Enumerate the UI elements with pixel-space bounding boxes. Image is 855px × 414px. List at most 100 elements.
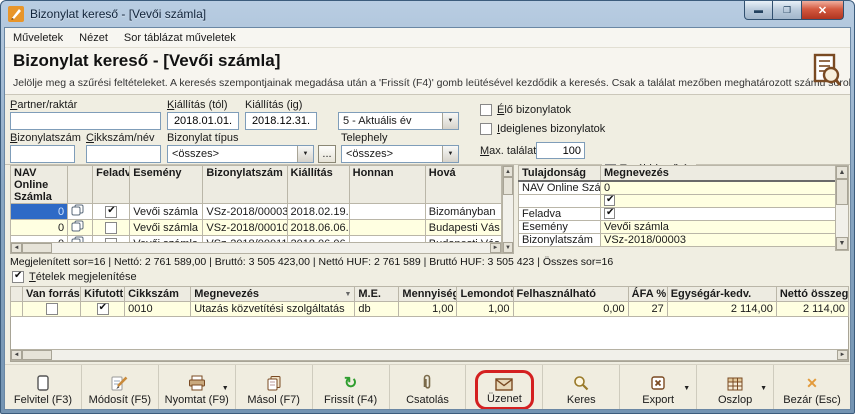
col-netto-osszeg[interactable]: Nettó összeg: [776, 287, 848, 302]
keres-button[interactable]: Keres: [543, 365, 620, 410]
nyomtat-button[interactable]: Nyomtat (F9) ▼: [159, 365, 236, 410]
partner-input[interactable]: [10, 112, 161, 130]
col-mennyiseg[interactable]: Mennyiség: [399, 287, 457, 302]
kifutott-checkbox[interactable]: [97, 303, 109, 315]
cell-afa[interactable]: 27: [628, 302, 667, 317]
scroll-up-icon[interactable]: ▲: [503, 166, 513, 177]
menu-nezet[interactable]: Nézet: [79, 32, 108, 44]
col-bizonylatszam[interactable]: Bizonylatszám: [203, 166, 287, 204]
cell-event[interactable]: Vevői számla: [130, 220, 203, 236]
col-egysegar-kedv[interactable]: Egységár-kedv.: [667, 287, 776, 302]
max-results-input[interactable]: [536, 142, 585, 159]
export-button[interactable]: Export ▼: [620, 365, 697, 410]
col-kifutott[interactable]: Kifutott: [81, 287, 125, 302]
col-kiallitas[interactable]: Kiállítás: [287, 166, 349, 204]
cell-from[interactable]: [349, 204, 425, 220]
table-row[interactable]: 0 Vevői számla VSz-2018/00010 2018.06.06…: [11, 220, 502, 236]
cell-event[interactable]: Vevői számla: [130, 204, 203, 220]
frissit-button[interactable]: ↻ Frissít (F4): [313, 365, 390, 410]
scroll-left-icon[interactable]: ◄: [11, 350, 22, 360]
issued-from-input[interactable]: [167, 112, 239, 130]
cell-mennyiseg[interactable]: 1,00: [399, 302, 457, 317]
minimize-button[interactable]: ▬: [744, 1, 773, 20]
col-felhasznalhato[interactable]: Felhasználható: [513, 287, 628, 302]
col-cikkszam[interactable]: Cikkszám: [125, 287, 191, 302]
row-selector[interactable]: [11, 302, 23, 317]
cell-megnevezes[interactable]: Utazás közvetítési szolgáltatás: [191, 302, 355, 317]
item-input[interactable]: [86, 145, 161, 163]
scroll-up-icon[interactable]: ▲: [836, 166, 848, 179]
cell-doc-no[interactable]: VSz-2018/00010: [203, 220, 287, 236]
menu-muveletek[interactable]: Műveletek: [13, 32, 63, 44]
cell-nav[interactable]: 0: [11, 220, 68, 236]
scroll-down-icon[interactable]: ▼: [503, 242, 513, 253]
issued-to-input[interactable]: [245, 112, 317, 130]
checkbox-box[interactable]: [480, 104, 492, 116]
live-docs-checkbox[interactable]: Élő bizonylatok: [480, 104, 571, 116]
maximize-button[interactable]: ❐: [773, 1, 802, 20]
items-toggle-checkbox[interactable]: Tételek megjelenítése: [12, 271, 137, 283]
doc-no-input[interactable]: [10, 145, 75, 163]
bezar-button[interactable]: ✕ Bezár (Esc): [774, 365, 850, 410]
feladva-checkbox[interactable]: [105, 222, 117, 234]
col-honnan[interactable]: Honnan: [349, 166, 425, 204]
scrollbar-thumb[interactable]: [836, 179, 848, 205]
scrollbar-thumb[interactable]: [503, 177, 513, 195]
items-grid-horizontal-scrollbar[interactable]: ◄ ►: [11, 349, 848, 361]
masol-button[interactable]: Másol (F7): [236, 365, 313, 410]
table-row[interactable]: 0 Vevői számla VSz-2018/00003 2018.02.19…: [11, 204, 502, 220]
cell-from[interactable]: [349, 220, 425, 236]
titlebar[interactable]: Bizonylat kereső - [Vevői számla] ▬ ❐ ✕: [1, 1, 854, 27]
scroll-left-icon[interactable]: ◄: [11, 243, 22, 253]
document-grid-horizontal-scrollbar[interactable]: ◄ ►: [10, 242, 502, 254]
cell-issued[interactable]: 2018.06.06.: [287, 220, 349, 236]
temp-docs-checkbox[interactable]: Ideiglenes bizonylatok: [480, 123, 605, 135]
cell-me[interactable]: db: [355, 302, 399, 317]
col-nav-online-szamla[interactable]: NAV Online Számla: [11, 166, 68, 204]
col-megnevezes[interactable]: Megnevezés▼: [191, 287, 355, 302]
chevron-down-icon[interactable]: ▼: [442, 113, 458, 129]
scrollbar-thumb[interactable]: [22, 350, 52, 360]
scroll-down-icon[interactable]: ▼: [836, 237, 848, 250]
scroll-right-icon[interactable]: ►: [837, 350, 848, 360]
checkbox-box[interactable]: [480, 123, 492, 135]
cell-nav[interactable]: 0: [11, 204, 68, 220]
col-me[interactable]: M.E.: [355, 287, 399, 302]
year-select[interactable]: 5 - Aktuális év ▼: [338, 112, 459, 130]
checkbox-box[interactable]: [12, 271, 24, 283]
doc-type-select[interactable]: <összes> ▼: [167, 145, 314, 163]
scrollbar-thumb[interactable]: [22, 243, 52, 253]
doc-type-more-button[interactable]: ...: [318, 145, 336, 163]
document-grid-vertical-scrollbar[interactable]: ▲ ▼: [502, 165, 514, 254]
table-row[interactable]: 0010 Utazás közvetítési szolgáltatás db …: [11, 302, 849, 317]
site-select[interactable]: <összes> ▼: [341, 145, 459, 163]
chevron-down-icon[interactable]: ▼: [760, 385, 767, 392]
scroll-right-icon[interactable]: ►: [490, 243, 501, 253]
felvitel-button[interactable]: Felvitel (F3): [5, 365, 82, 410]
col-esemeny[interactable]: Esemény: [130, 166, 203, 204]
chevron-down-icon[interactable]: ▼: [222, 385, 229, 392]
cell-doc-no[interactable]: VSz-2018/00003: [203, 204, 287, 220]
cell-to[interactable]: Budapesti Vás: [425, 220, 501, 236]
col-icon[interactable]: [68, 166, 93, 204]
col-afa[interactable]: ÁFA %: [628, 287, 667, 302]
cell-egysegar[interactable]: 2 114,00: [667, 302, 776, 317]
col-hova[interactable]: Hová: [425, 166, 501, 204]
oszlop-button[interactable]: Oszlop ▼: [697, 365, 774, 410]
col-feladva[interactable]: Feladva: [93, 166, 130, 204]
col-lemondott[interactable]: Lemondott: [457, 287, 513, 302]
close-button[interactable]: ✕: [802, 1, 844, 20]
cell-felhasznalhato[interactable]: 0,00: [513, 302, 628, 317]
cell-issued[interactable]: 2018.02.19.: [287, 204, 349, 220]
chevron-down-icon[interactable]: ▼: [442, 146, 458, 162]
cell-to[interactable]: Bizományban: [425, 204, 501, 220]
chevron-down-icon[interactable]: ▼: [297, 146, 313, 162]
modosit-button[interactable]: Módosít (F5): [82, 365, 159, 410]
van-forras-checkbox[interactable]: [46, 303, 58, 315]
cell-netto[interactable]: 2 114,00: [776, 302, 848, 317]
csatolas-button[interactable]: Csatolás: [390, 365, 467, 410]
chevron-down-icon[interactable]: ▼: [683, 385, 690, 392]
col-van-forras[interactable]: Van forrás: [23, 287, 81, 302]
property-panel-scrollbar[interactable]: ▲ ▼: [835, 165, 849, 251]
menu-sor-tablazat-muveletek[interactable]: Sor táblázat műveletek: [124, 32, 236, 44]
